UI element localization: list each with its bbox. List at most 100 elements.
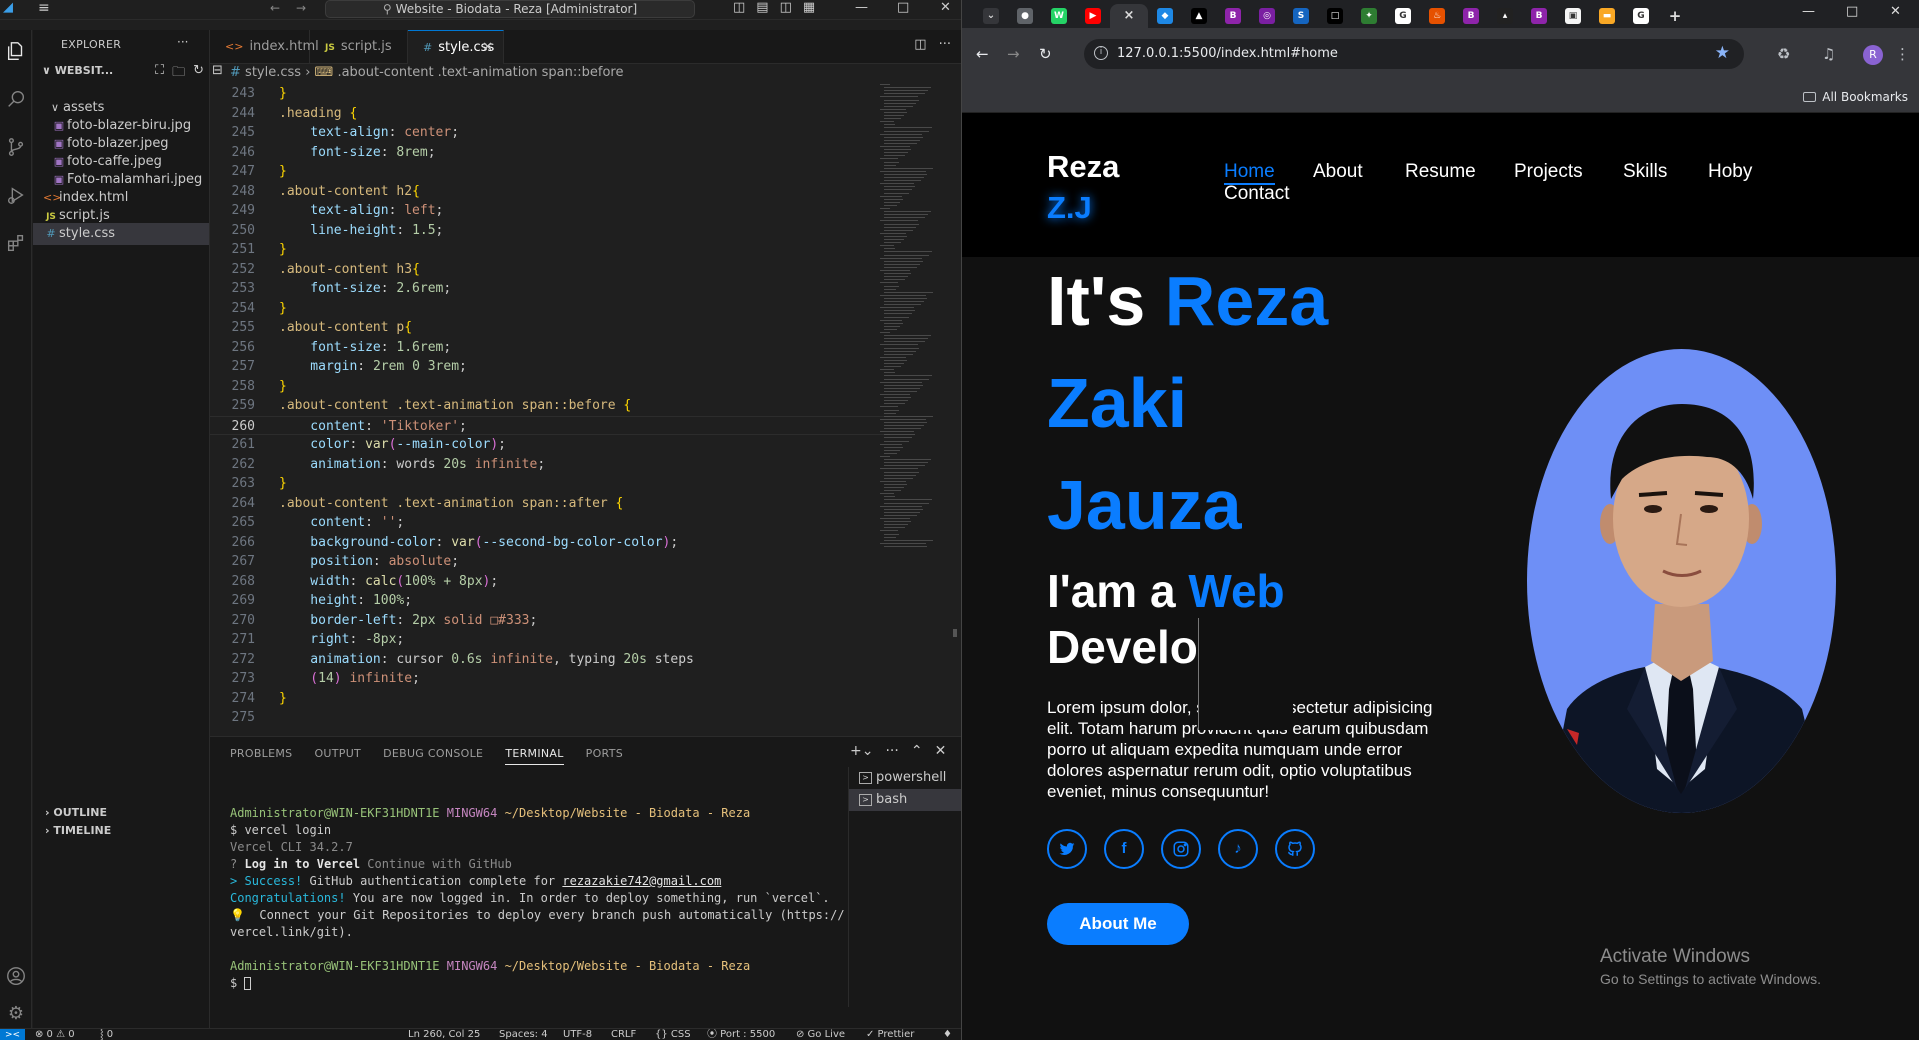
refresh-icon[interactable]: ↻ — [193, 63, 204, 85]
explorer-icon[interactable] — [5, 40, 27, 62]
code-line[interactable]: 255 .about-content p{ — [210, 318, 890, 337]
code-line[interactable]: 248 .about-content h2{ — [210, 182, 890, 201]
forward-arrow-icon[interactable]: → — [296, 1, 306, 15]
code-line[interactable]: 257 margin: 2rem 0 3rem; — [210, 357, 890, 376]
code-line[interactable]: 250 line-height: 1.5; — [210, 221, 890, 240]
panel-tab[interactable]: TERMINAL — [505, 747, 564, 765]
code-line[interactable]: 275 — [210, 708, 890, 727]
source-control-icon[interactable] — [5, 136, 27, 158]
live-server-port[interactable]: ⦿ Port : 5500 — [707, 1029, 775, 1040]
code-line[interactable]: 274} — [210, 689, 890, 708]
editor-scrollbar[interactable] — [953, 629, 957, 637]
code-line[interactable]: 265 content: ''; — [210, 513, 890, 532]
nav-about[interactable]: About — [1313, 161, 1363, 183]
extensions-icon[interactable]: ♻ — [1777, 45, 1790, 63]
code-editor[interactable]: 243} 244 .heading {245 text-align: center;… — [210, 84, 961, 734]
accounts-icon[interactable] — [5, 965, 27, 987]
maximize-panel-icon[interactable]: ⌃ — [911, 743, 923, 759]
close-icon[interactable]: ✕ — [1890, 4, 1901, 19]
close-icon[interactable]: ✕ — [940, 0, 951, 15]
tab-favicon[interactable]: S — [1293, 8, 1309, 24]
hamburger-menu-icon[interactable]: ≡ — [38, 0, 50, 16]
code-line[interactable]: 243} — [210, 84, 890, 103]
more-actions-icon[interactable]: ··· — [177, 35, 188, 49]
toggle-sidebar-icon[interactable]: ◫ — [733, 0, 745, 15]
tab-favicon[interactable]: ▴ — [1497, 8, 1513, 24]
more-actions-icon[interactable]: ··· — [939, 37, 951, 52]
code-line[interactable]: 245 text-align: center; — [210, 123, 890, 142]
prettier-status[interactable]: ✓ Prettier — [866, 1029, 914, 1040]
code-line[interactable]: 263} — [210, 474, 890, 493]
tab-favicon[interactable]: ▶ — [1085, 8, 1101, 24]
tab-favicon[interactable]: ▣ — [1565, 8, 1581, 24]
github-icon[interactable] — [1275, 829, 1315, 869]
problems-status[interactable]: ⊗ 0 ⚠ 0 — [35, 1029, 75, 1040]
remote-icon[interactable]: >< — [0, 1029, 25, 1040]
nav-contact[interactable]: Contact — [1224, 183, 1289, 205]
code-line[interactable]: 254} — [210, 299, 890, 318]
tab-favicon[interactable]: W — [1051, 8, 1067, 24]
line-ending[interactable]: CRLF — [611, 1029, 636, 1040]
code-line[interactable]: 259 .about-content .text-animation span::… — [210, 396, 890, 415]
tab-style-css[interactable]: # style.css ✕ — [408, 30, 504, 64]
close-tab-icon[interactable]: ✕ — [482, 31, 493, 65]
back-arrow-icon[interactable]: ← — [270, 1, 280, 15]
about-me-button[interactable]: About Me — [1047, 903, 1189, 945]
code-line[interactable]: 251} — [210, 240, 890, 259]
extensions-icon[interactable] — [5, 232, 27, 254]
nav-projects[interactable]: Projects — [1514, 161, 1583, 183]
site-info-icon[interactable]: i — [1094, 46, 1108, 60]
more-actions-icon[interactable]: ··· — [885, 743, 898, 759]
code-line[interactable]: 260 content: 'Tiktoker'; — [210, 415, 890, 435]
split-editor-icon[interactable]: ◫ — [914, 37, 926, 52]
breadcrumb-selector[interactable]: .about-content .text-animation span::bef… — [337, 65, 623, 80]
tab-favicon[interactable]: ♨ — [1429, 8, 1445, 24]
settings-gear-icon[interactable]: ⚙ — [5, 1003, 27, 1025]
nav-resume[interactable]: Resume — [1405, 161, 1476, 183]
code-line[interactable]: 268 width: calc(100% + 8px); — [210, 572, 890, 591]
tab-favicon[interactable]: ✦ — [1361, 8, 1377, 24]
code-line[interactable]: 247} — [210, 162, 890, 181]
cursor-position[interactable]: Ln 260, Col 25 — [408, 1029, 480, 1040]
new-tab-icon[interactable]: + — [1667, 8, 1683, 24]
minimize-icon[interactable]: — — [855, 0, 868, 15]
tiktok-icon[interactable]: ♪ — [1218, 829, 1258, 869]
code-line[interactable]: 264 .about-content .text-animation span::… — [210, 494, 890, 513]
code-line[interactable]: 270 border-left: 2px solid □#333; — [210, 611, 890, 630]
code-line[interactable]: 261 color: var(--main-color); — [210, 435, 890, 454]
panel-tab[interactable]: PORTS — [586, 747, 623, 765]
code-line[interactable]: 262 animation: words 20s infinite; — [210, 455, 890, 474]
search-icon[interactable] — [5, 88, 27, 110]
collapse-all-icon[interactable]: ⊟ — [212, 63, 223, 85]
encoding[interactable]: UTF-8 — [563, 1029, 592, 1040]
panel-tab[interactable]: OUTPUT — [314, 747, 361, 765]
back-arrow-icon[interactable]: ← — [976, 45, 989, 63]
code-line[interactable]: 267 position: absolute; — [210, 552, 890, 571]
nav-skills[interactable]: Skills — [1623, 161, 1667, 183]
breadcrumb-file[interactable]: style.css — [245, 65, 301, 80]
tab-search-icon[interactable]: ⌄ — [983, 8, 999, 24]
tab-script-js[interactable]: JS script.js — [310, 30, 408, 64]
code-line[interactable]: 269 height: 100%; — [210, 591, 890, 610]
terminal-bash[interactable]: > bash — [849, 789, 961, 811]
forward-arrow-icon[interactable]: → — [1007, 45, 1020, 63]
tab-favicon[interactable]: ◆ — [1157, 8, 1173, 24]
bookmark-star-icon[interactable]: ★ — [1715, 43, 1730, 63]
instagram-icon[interactable] — [1161, 829, 1201, 869]
active-tab[interactable]: × — [1110, 4, 1148, 28]
terminal-output[interactable]: Administrator@WIN-EKF31HDNT1E MINGW64 ~/… — [230, 805, 870, 992]
maximize-icon[interactable]: □ — [1846, 4, 1858, 19]
outline-section[interactable]: › OUTLINE — [45, 806, 107, 819]
panel-tab[interactable]: DEBUG CONSOLE — [383, 747, 483, 765]
ports-status[interactable]: ⸾ 0 — [100, 1029, 113, 1040]
tab-favicon[interactable]: G — [1395, 8, 1411, 24]
panel-tab[interactable]: PROBLEMS — [230, 747, 292, 765]
reload-icon[interactable]: ↻ — [1039, 45, 1052, 63]
tree-file-selected[interactable]: # style.css — [33, 223, 209, 245]
tab-favicon[interactable]: □ — [1327, 8, 1343, 24]
code-line[interactable]: 253 font-size: 2.6rem; — [210, 279, 890, 298]
kebab-menu-icon[interactable]: ⋮ — [1895, 45, 1910, 63]
nav-home[interactable]: Home — [1224, 161, 1275, 185]
code-line[interactable]: 258} — [210, 377, 890, 396]
code-line[interactable]: 266 background-color: var(--second-bg-co… — [210, 533, 890, 552]
